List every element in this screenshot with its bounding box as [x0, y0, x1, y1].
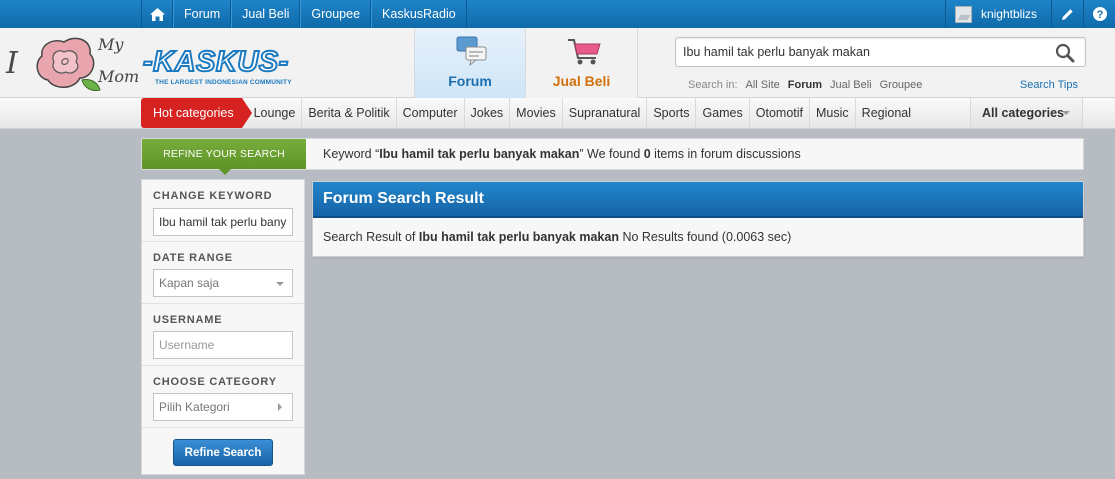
tab-jual-beli-label: Jual Beli [552, 73, 611, 89]
search-scope-forum[interactable]: Forum [788, 79, 822, 91]
hot-categories-label[interactable]: Hot categories [141, 98, 252, 128]
kaskus-logo[interactable]: I My Mom -KASKUS- THE LARGEST INDONESIAN… [0, 28, 414, 98]
result-prefix: Search Result of [323, 230, 419, 244]
all-categories-label: All categories [982, 106, 1064, 120]
help-icon[interactable]: ? [1083, 0, 1115, 28]
result-header: Forum Search Result [313, 182, 1083, 218]
logo-my: My [98, 35, 124, 54]
summary-keyword: Ibu hamil tak perlu banyak makan [379, 147, 580, 161]
chevron-down-icon [1062, 111, 1070, 115]
site-header: I My Mom -KASKUS- THE LARGEST INDONESIAN… [0, 28, 1115, 98]
change-keyword-title: CHANGE KEYWORD [153, 190, 273, 202]
choose-category-section: CHOOSE CATEGORY Pilih Kategori [142, 366, 304, 428]
kaskus-wordmark: -KASKUS- [142, 45, 289, 79]
summary-suffix: items in forum discussions [650, 147, 801, 161]
category-computer[interactable]: Computer [397, 98, 465, 128]
forum-search-result-panel: Forum Search Result Search Result of Ibu… [312, 181, 1084, 257]
summary-count: 0 [643, 147, 651, 161]
user-profile-link[interactable]: knightblizs [944, 0, 1051, 28]
search-tips-link[interactable]: Search Tips [1020, 79, 1078, 91]
date-range-select[interactable]: Kapan saja [153, 269, 293, 297]
topnav-jual-beli-link[interactable]: Jual Beli [231, 0, 301, 28]
topnav-forum-link[interactable]: Forum [173, 0, 232, 28]
all-categories-dropdown[interactable]: All categories [970, 98, 1083, 128]
search-in-label: Search in: [688, 79, 738, 91]
top-nav: Forum Jual Beli Groupee KaskusRadio [141, 0, 467, 28]
refine-sidebar: CHANGE KEYWORD DATE RANGE Kapan saja USE… [141, 179, 305, 475]
date-range-title: DATE RANGE [153, 252, 233, 264]
result-title: Forum Search Result [323, 190, 484, 207]
category-otomotif[interactable]: Otomotif [750, 98, 811, 128]
forum-chat-icon [456, 36, 487, 67]
user-menu: knightblizs ? [944, 0, 1115, 28]
top-navigation-bar: Forum Jual Beli Groupee KaskusRadio knig… [0, 0, 1115, 28]
svg-text:?: ? [1096, 9, 1103, 21]
summary-middle: ” We found [579, 147, 644, 161]
username-title: USERNAME [153, 314, 223, 326]
result-suffix: No Results found (0.0063 sec) [618, 230, 792, 244]
category-sports[interactable]: Sports [647, 98, 697, 128]
search-box [675, 37, 1086, 67]
logo-i-letter: I [6, 46, 18, 81]
logo-my-mom-text: My Mom [98, 36, 139, 86]
category-berita-politik[interactable]: Berita & Politik [302, 98, 397, 128]
search-scope-jual-beli[interactable]: Jual Beli [830, 79, 872, 91]
search-input[interactable] [683, 43, 1043, 61]
date-range-section: DATE RANGE Kapan saja [142, 242, 304, 304]
category-select[interactable]: Pilih Kategori [153, 393, 293, 421]
category-supranatural[interactable]: Supranatural [563, 98, 648, 128]
date-range-value: Kapan saja [159, 276, 220, 290]
category-regional[interactable]: Regional [856, 98, 917, 128]
logo-mom: Mom [98, 67, 140, 86]
tab-forum[interactable]: Forum [414, 28, 526, 98]
pencil-icon[interactable] [1051, 0, 1083, 28]
category-bar: Hot categories Lounge Berita & Politik C… [0, 98, 1115, 129]
refine-your-search-tab: REFINE YOUR SEARCH [142, 139, 306, 175]
search-icon[interactable] [1055, 43, 1075, 63]
category-movies[interactable]: Movies [510, 98, 563, 128]
topnav-groupee-link[interactable]: Groupee [300, 0, 372, 28]
search-scope-all-site[interactable]: All Site [746, 79, 780, 91]
topnav-kaskusradio-link[interactable]: KaskusRadio [371, 0, 467, 28]
chevron-down-icon [276, 282, 284, 286]
result-message: Search Result of Ibu hamil tak perlu ban… [323, 230, 791, 244]
search-summary: Keyword “Ibu hamil tak perlu banyak maka… [323, 139, 801, 169]
category-music[interactable]: Music [810, 98, 856, 128]
change-keyword-section: CHANGE KEYWORD [142, 180, 304, 242]
refine-bar: REFINE YOUR SEARCH Keyword “Ibu hamil ta… [141, 138, 1084, 175]
category-list: Hot categories Lounge Berita & Politik C… [141, 98, 917, 128]
username-label: knightblizs [980, 7, 1037, 21]
home-icon[interactable] [141, 0, 173, 28]
tab-forum-label: Forum [448, 73, 492, 89]
username-section: USERNAME [142, 304, 304, 366]
shopping-cart-icon [568, 39, 601, 65]
search-scope-groupee[interactable]: Groupee [880, 79, 923, 91]
chevron-right-icon [278, 403, 282, 411]
logo-tagline: THE LARGEST INDONESIAN COMMUNITY [155, 79, 292, 86]
category-games[interactable]: Games [696, 98, 750, 128]
refine-search-button[interactable]: Refine Search [173, 439, 273, 466]
category-lounge[interactable]: Lounge [248, 98, 303, 128]
keyword-input[interactable] [153, 208, 293, 236]
choose-category-title: CHOOSE CATEGORY [153, 376, 277, 388]
result-keyword: Ibu hamil tak perlu banyak makan [418, 230, 619, 244]
category-jokes[interactable]: Jokes [465, 98, 511, 128]
search-scope: Search in: All Site Forum Jual Beli Grou… [688, 79, 930, 91]
avatar [954, 5, 972, 23]
username-input[interactable] [153, 331, 293, 359]
rose-icon [36, 37, 101, 91]
summary-prefix: Keyword “ [323, 147, 380, 161]
category-select-value: Pilih Kategori [159, 400, 230, 414]
tab-jual-beli[interactable]: Jual Beli [526, 28, 638, 98]
